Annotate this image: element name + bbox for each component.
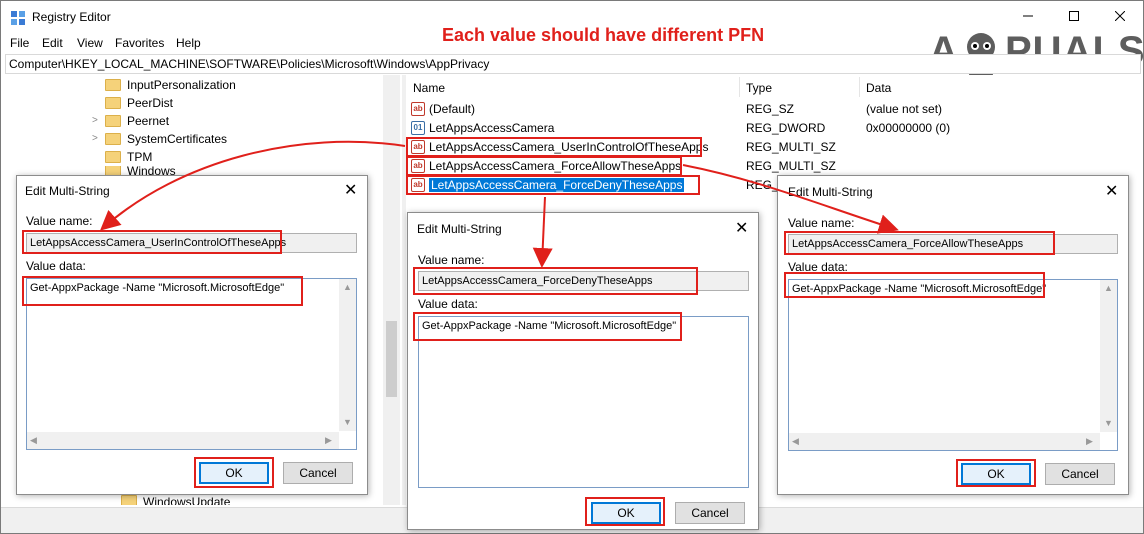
menu-favorites[interactable]: Favorites [115, 36, 164, 50]
maximize-button[interactable] [1051, 1, 1097, 31]
tree-item[interactable]: SystemCertificates [105, 130, 227, 148]
value-data-textarea[interactable]: Get-AppxPackage -Name "Microsoft.Microso… [26, 278, 357, 450]
column-header-data[interactable]: Data [866, 81, 891, 95]
dialog-title: Edit Multi-String [25, 184, 110, 198]
value-data-label: Value data: [418, 297, 478, 311]
textarea-hscroll[interactable]: ◀ ▶ [27, 432, 339, 449]
address-bar[interactable]: Computer\HKEY_LOCAL_MACHINE\SOFTWARE\Pol… [5, 54, 1141, 74]
edit-multi-string-dialog-3: Edit Multi-String ✕ Value name: LetAppsA… [777, 175, 1129, 495]
column-header-name[interactable]: Name [413, 81, 445, 95]
registry-editor-icon [11, 11, 25, 25]
menu-view[interactable]: View [77, 36, 103, 50]
dialog-title: Edit Multi-String [417, 222, 502, 236]
value-name-label: Value name: [788, 216, 855, 230]
tree-item[interactable]: PeerDist [105, 94, 173, 112]
dialog-close-icon[interactable]: ✕ [1105, 181, 1118, 201]
textarea-hscroll[interactable]: ◀ ▶ [789, 433, 1100, 450]
folder-icon [105, 115, 121, 127]
string-value-icon: ab [411, 140, 425, 154]
minimize-icon [1023, 15, 1033, 17]
tree-item[interactable]: InputPersonalization [105, 76, 236, 94]
value-data-label: Value data: [788, 260, 848, 274]
chevron-right-icon[interactable]: > [92, 115, 98, 126]
chevron-right-icon[interactable]: > [92, 133, 98, 144]
string-value-icon: ab [411, 178, 425, 192]
menu-bar: File Edit View Favorites Help [1, 33, 701, 53]
folder-icon [105, 151, 121, 163]
tree-scrollbar-thumb[interactable] [386, 321, 397, 397]
maximize-icon [1069, 11, 1079, 21]
value-data-textarea[interactable]: Get-AppxPackage -Name "Microsoft.Microso… [788, 279, 1118, 451]
dialog-close-icon[interactable]: ✕ [735, 218, 748, 238]
ok-button[interactable]: OK [961, 463, 1031, 485]
close-button[interactable] [1097, 1, 1143, 31]
value-row[interactable]: ab LetAppsAccessCamera_UserInControlOfTh… [411, 138, 1111, 156]
tree-item[interactable]: TPM [105, 148, 152, 166]
tree-item[interactable]: Peernet [105, 112, 169, 130]
cancel-button[interactable]: Cancel [283, 462, 353, 484]
close-icon [1115, 11, 1125, 21]
textarea-vscroll[interactable]: ▲ ▼ [1100, 280, 1117, 432]
value-name-field[interactable]: LetAppsAccessCamera_ForceDenyTheseApps [418, 271, 749, 291]
cancel-button[interactable]: Cancel [1045, 463, 1115, 485]
folder-icon [105, 133, 121, 145]
value-name-label: Value name: [26, 214, 93, 228]
tree-scrollbar[interactable] [383, 75, 400, 505]
folder-icon [105, 79, 121, 91]
pane-splitter[interactable] [402, 75, 406, 505]
ok-button[interactable]: OK [591, 502, 661, 524]
value-data-textarea[interactable]: Get-AppxPackage -Name "Microsoft.Microso… [418, 316, 749, 488]
window-title: Registry Editor [32, 10, 111, 24]
dialog-close-icon[interactable]: ✕ [344, 180, 357, 200]
value-name-field[interactable]: LetAppsAccessCamera_UserInControlOfThese… [26, 233, 357, 253]
value-name-field[interactable]: LetAppsAccessCamera_ForceAllowTheseApps [788, 234, 1118, 254]
cancel-button[interactable]: Cancel [675, 502, 745, 524]
binary-value-icon: 01 [411, 121, 425, 135]
tree-item[interactable]: WindowsUpdate [121, 495, 230, 505]
edit-multi-string-dialog-2: Edit Multi-String ✕ Value name: LetAppsA… [407, 212, 759, 530]
textarea-vscroll[interactable]: ▲ ▼ [339, 279, 356, 431]
value-row[interactable]: 01 LetAppsAccessCamera REG_DWORD 0x00000… [411, 119, 1111, 137]
menu-help[interactable]: Help [176, 36, 201, 50]
ok-button[interactable]: OK [199, 462, 269, 484]
value-row[interactable]: ab LetAppsAccessCamera_ForceAllowTheseAp… [411, 157, 1111, 175]
folder-icon [121, 495, 137, 505]
column-header-type[interactable]: Type [746, 81, 772, 95]
value-data-label: Value data: [26, 259, 86, 273]
value-row[interactable]: ab (Default) REG_SZ (value not set) [411, 100, 1111, 118]
value-name-label: Value name: [418, 253, 485, 267]
minimize-button[interactable] [1005, 1, 1051, 31]
folder-icon [105, 97, 121, 109]
string-value-icon: ab [411, 102, 425, 116]
menu-file[interactable]: File [10, 36, 29, 50]
menu-edit[interactable]: Edit [42, 36, 63, 50]
dialog-title: Edit Multi-String [788, 185, 873, 199]
edit-multi-string-dialog-1: Edit Multi-String ✕ Value name: LetAppsA… [16, 175, 368, 495]
string-value-icon: ab [411, 159, 425, 173]
